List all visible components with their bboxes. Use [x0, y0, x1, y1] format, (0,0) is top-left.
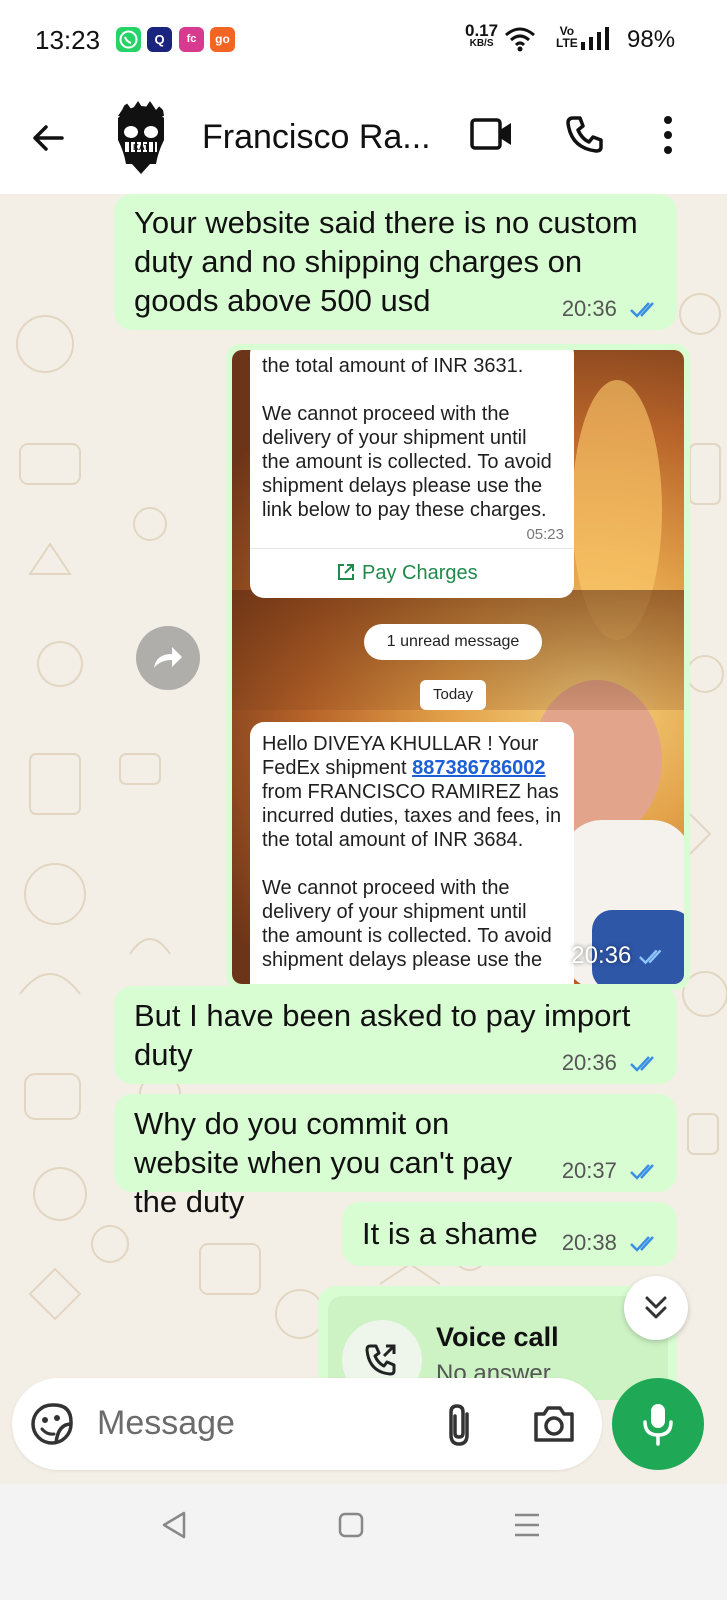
voice-call-title: Voice call [436, 1322, 559, 1352]
card1-para2-line2: delivery of your shipment until [262, 427, 527, 449]
tracking-number-link: 887386786002 [412, 757, 546, 779]
card2-para2-line1: We cannot proceed with the [262, 877, 510, 899]
message-input-placeholder[interactable]: Message [97, 1404, 235, 1443]
card2-line1: Hello DIVEYA KHULLAR ! Your [262, 733, 539, 755]
voice-message-button[interactable] [612, 1378, 704, 1470]
card1-para2-line4: shipment delays please use the [262, 475, 543, 497]
status-time: 13:23 [35, 25, 101, 55]
wifi-icon [505, 27, 535, 52]
scroll-to-bottom-button[interactable] [624, 1276, 688, 1340]
camera-icon[interactable] [532, 1404, 576, 1444]
card2-para2-line2: delivery of your shipment until [262, 901, 527, 923]
fc-app-notification-icon: fc [179, 27, 204, 52]
card2-para2-line4: shipment delays please use the [262, 949, 543, 971]
card2-line5: the total amount of INR 3684. [262, 829, 524, 851]
network-speed-unit: KB/S [469, 38, 494, 49]
status-bar: 13:23 Q fc go 0.17 KB/S Vo LTE 98% [0, 0, 727, 84]
pay-charges-label: Pay Charges [362, 562, 478, 584]
signal-icon [581, 27, 609, 50]
nav-home-icon[interactable] [338, 1512, 364, 1538]
back-arrow-icon[interactable] [28, 118, 68, 158]
go-app-notification-icon: go [210, 27, 235, 52]
message-input-bar: Message [0, 1378, 727, 1484]
card1-time: 05:23 [526, 526, 564, 543]
nav-recents-icon[interactable] [513, 1512, 541, 1538]
card2-line3: from FRANCISCO RAMIREZ has [262, 781, 559, 803]
card1-para2-line1: We cannot proceed with the [262, 403, 510, 425]
whatsapp-notification-icon [116, 27, 141, 52]
double-check-icon [630, 1236, 654, 1252]
double-check-icon [630, 302, 654, 318]
chat-area[interactable]: Your website said there is no custom dut… [0, 194, 727, 1400]
message-meta: 20:37 [562, 1158, 661, 1184]
image-message[interactable]: the total amount of INR 3631. We cannot … [226, 344, 690, 990]
video-call-icon[interactable] [470, 115, 514, 153]
message-meta: 20:38 [562, 1230, 661, 1256]
card2-line4: incurred duties, taxes and fees, in [262, 805, 562, 827]
unread-pill: 1 unread message [364, 624, 542, 660]
double-chevron-down-icon [645, 1296, 667, 1319]
card1-line1: the total amount of INR 3631. [262, 355, 524, 377]
screenshot-image[interactable]: the total amount of INR 3631. We cannot … [232, 350, 684, 984]
forward-icon [154, 647, 182, 668]
avatar-label: KAT [133, 143, 149, 152]
message-bubble-outgoing[interactable]: It is a shame 20:38 [342, 1202, 677, 1266]
microphone-icon [643, 1404, 673, 1446]
image-message-time: 20:36 [571, 942, 632, 969]
search-app-notification-icon: Q [147, 27, 172, 52]
pay-charges-link: Pay Charges [336, 562, 478, 585]
chat-header: KAT Francisco Ra... [0, 84, 727, 194]
message-bubble-outgoing[interactable]: Your website said there is no custom dut… [114, 194, 677, 330]
message-time: 20:38 [561, 1230, 617, 1255]
image-message-meta: 20:36 [571, 942, 668, 970]
message-time: 20:37 [561, 1158, 617, 1183]
battery-level: 98% [627, 26, 676, 53]
card2-line2-prefix: FedEx shipment [262, 757, 413, 779]
contact-name[interactable]: Francisco Ra... [202, 118, 431, 157]
message-meta: 20:36 [562, 296, 661, 322]
double-check-icon [639, 949, 662, 964]
message-meta: 20:36 [562, 1050, 661, 1076]
outgoing-call-icon [365, 1344, 396, 1376]
card1-para2-line5: link below to pay these charges. [262, 499, 547, 521]
today-pill: Today [420, 680, 486, 710]
fedex-message-card-1: the total amount of INR 3631. We cannot … [250, 350, 574, 598]
double-check-icon [630, 1164, 654, 1180]
volte-bottom: LTE [556, 36, 578, 50]
card2-para2-line3: the amount is collected. To avoid [262, 925, 552, 947]
attachment-icon[interactable] [444, 1402, 474, 1448]
sticker-icon[interactable] [30, 1402, 74, 1446]
fedex-message-card-2: Hello DIVEYA KHULLAR ! Your FedEx shipme… [250, 722, 574, 984]
more-options-icon[interactable] [660, 114, 676, 158]
message-bubble-outgoing[interactable]: Why do you commit on website when you ca… [114, 1094, 677, 1219]
card2-line2: FedEx shipment 887386786002 [262, 756, 546, 780]
nav-back-icon[interactable] [160, 1510, 188, 1540]
message-text: It is a shame [362, 1216, 538, 1251]
message-time: 20:36 [561, 1050, 617, 1075]
card1-divider [250, 548, 574, 549]
system-navigation-bar [0, 1484, 727, 1600]
external-link-icon [338, 564, 354, 580]
message-time: 20:36 [561, 296, 617, 321]
double-check-icon [630, 1056, 654, 1072]
card1-para2-line3: the amount is collected. To avoid [262, 451, 552, 473]
message-bubble-outgoing[interactable]: But I have been asked to pay import duty… [114, 986, 677, 1084]
voice-call-icon[interactable] [565, 114, 605, 154]
forward-button[interactable] [136, 626, 200, 690]
volte-indicator: Vo LTE [556, 25, 578, 49]
network-speed: 0.17 KB/S [465, 22, 498, 50]
message-input-container[interactable]: Message [12, 1378, 602, 1470]
contact-avatar[interactable]: KAT [112, 100, 170, 174]
